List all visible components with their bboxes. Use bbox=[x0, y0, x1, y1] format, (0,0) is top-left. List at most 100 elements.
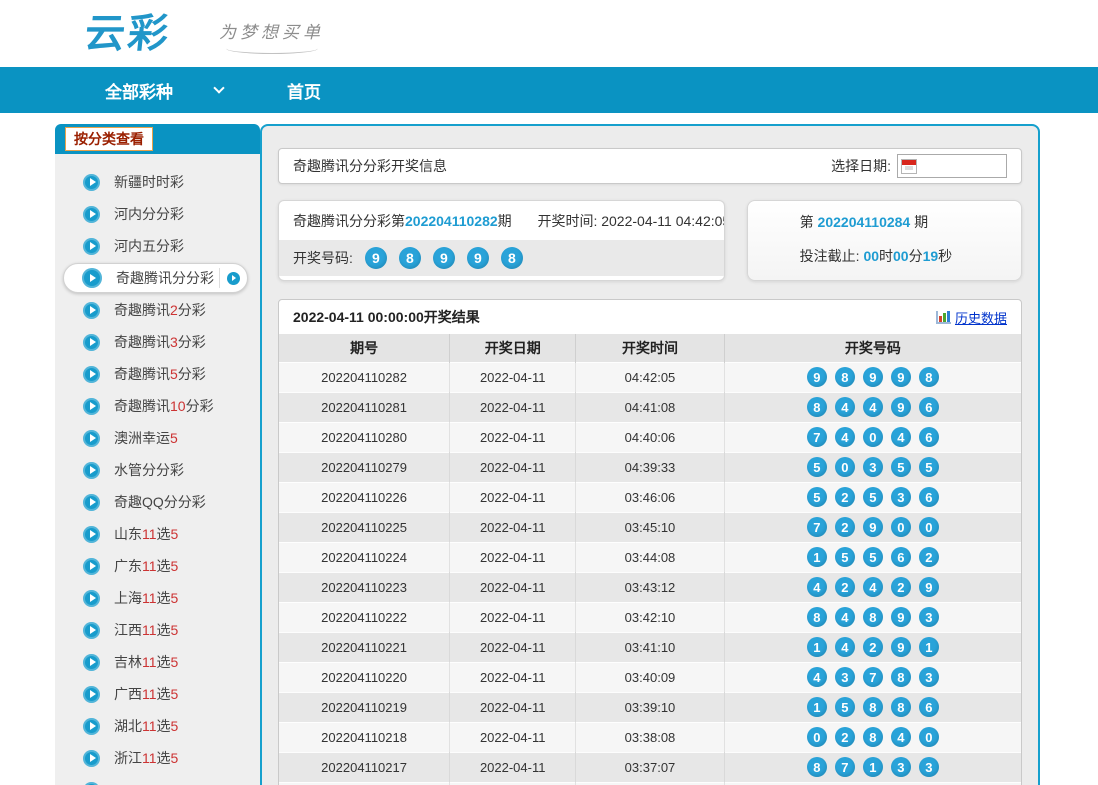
numbers-cell: 42429 bbox=[724, 572, 1021, 602]
history-link-wrap[interactable]: 历史数据 bbox=[936, 308, 1007, 327]
time-cell: 04:40:06 bbox=[576, 422, 724, 452]
lottery-ball: 2 bbox=[891, 577, 911, 597]
lottery-ball: 1 bbox=[807, 697, 827, 717]
lottery-ball: 3 bbox=[919, 757, 939, 777]
lottery-ball: 5 bbox=[807, 457, 827, 477]
deadline-hours-unit: 时 bbox=[879, 248, 893, 264]
lottery-ball: 9 bbox=[891, 397, 911, 417]
date-input[interactable] bbox=[917, 159, 1003, 173]
sidebar-item[interactable]: 广东11选5 bbox=[55, 550, 260, 582]
play-icon bbox=[83, 718, 100, 735]
lottery-ball: 2 bbox=[919, 547, 939, 567]
nav-all-lotteries-label: 全部彩种 bbox=[105, 78, 173, 103]
issue-cell: 202204110221 bbox=[279, 632, 450, 662]
sidebar-item-label: 上海11选5 bbox=[114, 588, 178, 608]
issue-cell: 202204110224 bbox=[279, 542, 450, 572]
history-link[interactable]: 历史数据 bbox=[955, 308, 1007, 327]
next-issue-prefix: 第 bbox=[800, 214, 818, 230]
sidebar-item[interactable] bbox=[55, 774, 260, 785]
sidebar-item[interactable]: 浙江11选5 bbox=[55, 742, 260, 774]
results-tbody: 2022041102822022-04-1104:42:059899820220… bbox=[279, 362, 1021, 785]
lottery-ball: 9 bbox=[365, 247, 387, 269]
sidebar-item[interactable]: 江西11选5 bbox=[55, 614, 260, 646]
deadline-line: 投注截止: 00时00分19秒 bbox=[800, 246, 1021, 266]
chevron-right-icon[interactable] bbox=[227, 272, 240, 285]
draw-cards-row: 奇趣腾讯分分彩第202204110282期 开奖时间: 2022-04-11 0… bbox=[278, 200, 1022, 281]
sidebar-item-label: 山东11选5 bbox=[114, 524, 178, 544]
lottery-ball: 8 bbox=[501, 247, 523, 269]
sidebar-item[interactable]: 上海11选5 bbox=[55, 582, 260, 614]
tagline-wrap: 为梦想买单 bbox=[219, 18, 324, 54]
sidebar-item-label: 新疆时时彩 bbox=[114, 172, 184, 192]
lottery-ball: 0 bbox=[919, 517, 939, 537]
numbers-cell: 43783 bbox=[724, 662, 1021, 692]
sidebar-item[interactable]: 奇趣腾讯5分彩 bbox=[55, 358, 260, 390]
play-icon bbox=[83, 526, 100, 543]
next-draw-issue: 202204110284 bbox=[818, 214, 911, 230]
sidebar-item-label: 奇趣QQ分分彩 bbox=[114, 492, 206, 512]
sidebar-item[interactable]: 奇趣腾讯2分彩 bbox=[55, 294, 260, 326]
lottery-ball: 8 bbox=[399, 247, 421, 269]
main-panel: 奇趣腾讯分分彩开奖信息 选择日期: 奇趣腾讯分分彩第202204110282期 … bbox=[260, 124, 1040, 785]
lottery-ball: 5 bbox=[835, 547, 855, 567]
play-icon bbox=[83, 302, 100, 319]
time-cell: 03:39:10 bbox=[576, 692, 724, 722]
lottery-ball: 8 bbox=[891, 667, 911, 687]
time-cell: 03:37:07 bbox=[576, 752, 724, 782]
lottery-ball: 9 bbox=[891, 637, 911, 657]
nav-item-all-lotteries[interactable]: 全部彩种 bbox=[105, 78, 223, 103]
draw-name-prefix: 奇趣腾讯分分彩第 bbox=[293, 213, 405, 229]
site-header: 云彩 为梦想买单 bbox=[0, 0, 1098, 67]
table-row: 2022041102262022-04-1103:46:0652536 bbox=[279, 482, 1021, 512]
numbers-cell: 50355 bbox=[724, 452, 1021, 482]
lottery-ball: 9 bbox=[919, 577, 939, 597]
lottery-ball: 7 bbox=[807, 517, 827, 537]
table-row: 2022041102182022-04-1103:38:0802840 bbox=[279, 722, 1021, 752]
nav-home-label: 首页 bbox=[287, 78, 321, 103]
lottery-ball: 4 bbox=[835, 397, 855, 417]
sidebar-item[interactable]: 奇趣QQ分分彩 bbox=[55, 486, 260, 518]
sidebar-item[interactable]: 奇趣腾讯10分彩 bbox=[55, 390, 260, 422]
lottery-ball: 8 bbox=[919, 367, 939, 387]
current-draw-numbers: 开奖号码: 98998 bbox=[279, 240, 724, 276]
play-icon bbox=[83, 430, 100, 447]
active-item-extra bbox=[219, 268, 240, 288]
lottery-ball: 1 bbox=[807, 637, 827, 657]
play-icon bbox=[83, 590, 100, 607]
date-picker-label: 选择日期: bbox=[831, 156, 891, 176]
sidebar-item[interactable]: 河内五分彩 bbox=[55, 230, 260, 262]
date-cell: 2022-04-11 bbox=[450, 572, 576, 602]
sidebar-item[interactable]: 广西11选5 bbox=[55, 678, 260, 710]
sidebar-item[interactable]: 澳洲幸运5 bbox=[55, 422, 260, 454]
sidebar-item[interactable]: 山东11选5 bbox=[55, 518, 260, 550]
date-picker-area: 选择日期: bbox=[831, 154, 1007, 178]
date-cell: 2022-04-11 bbox=[450, 512, 576, 542]
lottery-ball: 9 bbox=[863, 517, 883, 537]
sidebar-item[interactable]: 奇趣腾讯3分彩 bbox=[55, 326, 260, 358]
tagline-underline bbox=[226, 43, 318, 54]
deadline-seconds: 19 bbox=[923, 248, 939, 264]
lottery-ball: 5 bbox=[807, 487, 827, 507]
sidebar-item[interactable]: 湖北11选5 bbox=[55, 710, 260, 742]
nav-item-home[interactable]: 首页 bbox=[287, 78, 321, 103]
sidebar-item[interactable]: 新疆时时彩 bbox=[55, 166, 260, 198]
date-cell: 2022-04-11 bbox=[450, 662, 576, 692]
table-row: 2022041102172022-04-1103:37:0787133 bbox=[279, 752, 1021, 782]
page-title: 奇趣腾讯分分彩开奖信息 bbox=[293, 156, 447, 176]
sidebar-item[interactable]: 水管分分彩 bbox=[55, 454, 260, 486]
sidebar-item[interactable]: 吉林11选5 bbox=[55, 646, 260, 678]
time-cell: 03:42:10 bbox=[576, 602, 724, 632]
lottery-ball: 4 bbox=[807, 667, 827, 687]
lottery-ball: 9 bbox=[467, 247, 489, 269]
play-icon bbox=[83, 494, 100, 511]
lottery-ball: 3 bbox=[891, 757, 911, 777]
lottery-ball: 3 bbox=[863, 457, 883, 477]
calendar-icon[interactable] bbox=[901, 159, 917, 174]
sidebar-item[interactable]: 奇趣腾讯分分彩 bbox=[63, 263, 248, 293]
play-icon bbox=[83, 750, 100, 767]
play-icon bbox=[83, 558, 100, 575]
sidebar-item[interactable]: 河内分分彩 bbox=[55, 198, 260, 230]
date-input-box[interactable] bbox=[897, 154, 1007, 178]
sidebar-item-label: 澳洲幸运5 bbox=[114, 428, 178, 448]
lottery-ball: 8 bbox=[807, 607, 827, 627]
